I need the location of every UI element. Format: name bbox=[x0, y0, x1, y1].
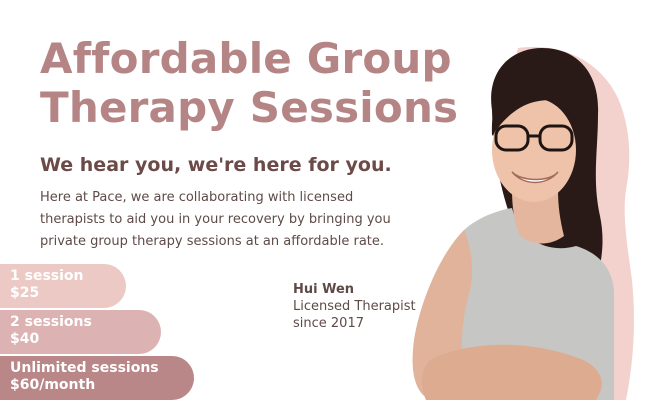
description-line-3: private group therapy sessions at an aff… bbox=[40, 234, 385, 249]
therapist-since: since 2017 bbox=[293, 316, 364, 331]
price-pill-2-sessions: 2 sessions $40 bbox=[0, 310, 161, 354]
pill-price: $40 bbox=[10, 331, 40, 347]
price-pill-1-session: 1 session $25 bbox=[0, 264, 126, 308]
therapist-photo bbox=[412, 46, 634, 400]
therapist-name: Hui Wen bbox=[293, 282, 355, 297]
pill-sessions-label: Unlimited sessions bbox=[10, 360, 159, 376]
pill-price: $25 bbox=[10, 285, 40, 301]
headline-line-1: Affordable Group bbox=[40, 34, 452, 83]
description-line-2: therapists to aid you in your recovery b… bbox=[40, 212, 391, 227]
description: Here at Pace, we are collaborating with … bbox=[40, 187, 420, 253]
tagline: We hear you, we're here for you. bbox=[40, 154, 392, 176]
price-pill-unlimited: Unlimited sessions $60/month bbox=[0, 356, 194, 400]
description-line-1: Here at Pace, we are collaborating with … bbox=[40, 190, 354, 205]
therapist-role: Licensed Therapist bbox=[293, 299, 416, 314]
headline: Affordable Group Therapy Sessions bbox=[40, 34, 460, 132]
headline-line-2: Therapy Sessions bbox=[40, 83, 459, 132]
promo-banner: Affordable Group Therapy Sessions We hea… bbox=[0, 0, 648, 400]
therapist-caption: Hui Wen Licensed Therapist since 2017 bbox=[293, 281, 416, 332]
pill-price: $60/month bbox=[10, 377, 96, 393]
pill-sessions-label: 1 session bbox=[10, 268, 84, 284]
pill-sessions-label: 2 sessions bbox=[10, 314, 92, 330]
